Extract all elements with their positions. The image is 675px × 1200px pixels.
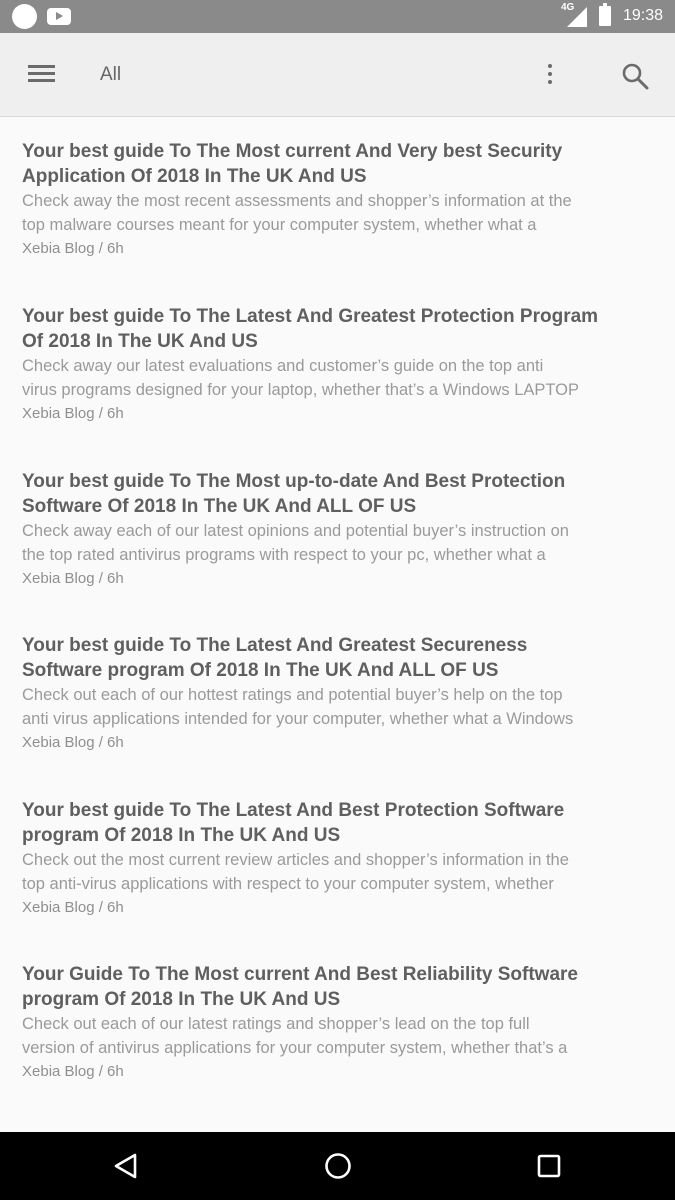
article-title: Your best guide To The Latest And Greate… (22, 306, 599, 352)
status-left-icons (12, 4, 71, 29)
article-excerpt: Check out each of our latest ratings and… (22, 1015, 568, 1057)
article-item[interactable]: Your best guide To The Latest And Greate… (22, 633, 642, 755)
menu-icon[interactable] (28, 63, 55, 83)
status-clock: 19:38 (622, 7, 663, 24)
article-title: Your Guide To The Most current And Best … (22, 964, 578, 1010)
back-icon[interactable] (106, 1146, 146, 1186)
search-icon[interactable] (620, 61, 650, 91)
article-item[interactable]: Your Guide To The Most current And Best … (22, 962, 642, 1084)
signal-icon (566, 7, 587, 27)
article-item[interactable]: Your best guide To The Most up-to-date A… (22, 469, 642, 591)
app-title: All (100, 64, 122, 85)
home-icon[interactable] (318, 1146, 358, 1186)
article-title: Your best guide To The Most up-to-date A… (22, 471, 566, 517)
youtube-icon (47, 8, 71, 25)
article-title: Your best guide To The Latest And Greate… (22, 635, 528, 681)
notification-dot-icon (12, 4, 37, 29)
recents-icon[interactable] (529, 1146, 569, 1186)
article-excerpt: Check away each of our latest opinions a… (22, 522, 569, 564)
more-vert-icon[interactable] (540, 61, 560, 89)
article-meta: Xebia Blog / 6h (22, 1063, 124, 1080)
article-meta: Xebia Blog / 6h (22, 405, 124, 422)
article-excerpt: Check out each of our hottest ratings an… (22, 686, 574, 728)
article-item[interactable]: Your best guide To The Latest And Best P… (22, 798, 642, 920)
article-item[interactable]: Your best guide To The Latest And Greate… (22, 304, 642, 426)
article-excerpt: Check away our latest evaluations and cu… (22, 357, 579, 399)
article-meta: Xebia Blog / 6h (22, 899, 124, 916)
article-excerpt: Check out the most current review articl… (22, 851, 569, 893)
status-bar: 4G 19:38 (0, 0, 675, 33)
battery-icon (598, 3, 611, 26)
article-feed[interactable]: Your best guide To The Most current And … (0, 118, 675, 1132)
article-excerpt: Check away the most recent assessments a… (22, 192, 572, 234)
signal-indicator: 4G (561, 2, 587, 27)
app-bar: All (0, 33, 675, 117)
article-meta: Xebia Blog / 6h (22, 240, 124, 257)
article-title: Your best guide To The Latest And Best P… (22, 800, 565, 846)
article-item[interactable]: Your best guide To The Most current And … (22, 139, 642, 261)
system-nav-bar (0, 1132, 675, 1200)
article-meta: Xebia Blog / 6h (22, 734, 124, 751)
article-meta: Xebia Blog / 6h (22, 570, 124, 587)
status-right-icons: 4G 19:38 (561, 2, 663, 27)
article-title: Your best guide To The Most current And … (22, 141, 563, 187)
